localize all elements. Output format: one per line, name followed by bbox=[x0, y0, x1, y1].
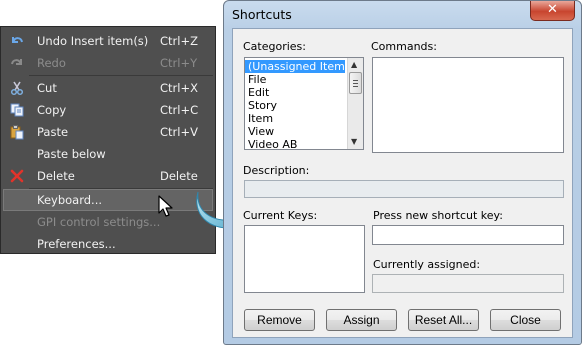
menu-item-paste[interactable]: Paste Ctrl+V bbox=[3, 121, 213, 143]
list-item[interactable]: View bbox=[245, 125, 363, 138]
menu-item-gpi-control-settings[interactable]: GPI control settings... bbox=[3, 211, 213, 233]
dialog-client-area: Categories: Commands: (Unassigned Items)… bbox=[232, 28, 573, 338]
menu-item-preferences[interactable]: Preferences... bbox=[3, 233, 213, 255]
menu-item-label: Paste below bbox=[37, 147, 106, 161]
commands-listbox[interactable] bbox=[372, 57, 564, 153]
currently-assigned-field bbox=[372, 274, 564, 293]
thumb-grip bbox=[353, 83, 358, 84]
new-shortcut-label: Press new shortcut key: bbox=[373, 209, 503, 222]
scroll-thumb[interactable] bbox=[349, 72, 362, 94]
redo-icon bbox=[11, 59, 22, 65]
currently-assigned-label: Currently assigned: bbox=[373, 258, 481, 271]
menu-item-label: Delete bbox=[37, 169, 75, 183]
menu-item-shortcut: Ctrl+C bbox=[160, 103, 199, 117]
scroll-up-icon[interactable]: ▲ bbox=[351, 61, 357, 69]
mouse-pointer-icon bbox=[158, 195, 173, 217]
menu-item-shortcut: Delete bbox=[160, 169, 198, 183]
menu-item-label: Cut bbox=[37, 81, 57, 95]
menu-item-label: Paste bbox=[37, 125, 69, 139]
undo-icon bbox=[12, 37, 23, 43]
description-field bbox=[244, 180, 564, 198]
menu-item-label: Copy bbox=[37, 103, 67, 117]
list-item[interactable]: Edit bbox=[245, 86, 363, 99]
menu-item-copy[interactable]: Copy Ctrl+C bbox=[3, 99, 213, 121]
copy-icon bbox=[10, 103, 24, 117]
window-close-button[interactable]: ✕ bbox=[530, 1, 575, 21]
reset-all-button[interactable]: Reset All... bbox=[408, 309, 479, 331]
menu-item-redo[interactable]: Redo Ctrl+Y bbox=[3, 52, 213, 74]
menu-item-label: Undo Insert item(s) bbox=[37, 34, 149, 48]
categories-listbox[interactable]: (Unassigned Items) File Edit Story Item … bbox=[244, 57, 364, 151]
categories-scrollbar[interactable]: ▲ ▼ bbox=[347, 58, 363, 149]
list-item[interactable]: Story bbox=[245, 99, 363, 112]
menu-item-shortcut: Ctrl+X bbox=[160, 81, 198, 95]
delete-x-icon bbox=[10, 169, 24, 183]
menu-item-label: Keyboard... bbox=[37, 193, 103, 207]
categories-label: Categories: bbox=[243, 40, 306, 53]
menu-item-delete[interactable]: Delete Delete bbox=[3, 165, 213, 187]
menu-item-paste-below[interactable]: Paste below bbox=[3, 143, 213, 165]
paste-icon bbox=[10, 125, 24, 140]
menu-item-keyboard[interactable]: Keyboard... bbox=[3, 189, 213, 211]
assign-button[interactable]: Assign bbox=[326, 309, 397, 331]
list-item[interactable]: Item bbox=[245, 112, 363, 125]
thumb-grip bbox=[353, 80, 358, 81]
description-label: Description: bbox=[243, 164, 310, 177]
thumb-grip bbox=[353, 86, 358, 87]
menu-item-label: Preferences... bbox=[37, 237, 116, 251]
menu-item-shortcut: Ctrl+Z bbox=[160, 34, 198, 48]
menu-item-undo[interactable]: Undo Insert item(s) Ctrl+Z bbox=[3, 30, 213, 52]
current-keys-listbox[interactable] bbox=[244, 225, 365, 293]
menu-item-shortcut: Ctrl+V bbox=[160, 125, 198, 139]
list-item[interactable]: (Unassigned Items) bbox=[245, 60, 355, 73]
close-icon: ✕ bbox=[547, 2, 558, 17]
context-menu: Undo Insert item(s) Ctrl+Z Redo Ctrl+Y C… bbox=[0, 26, 216, 254]
commands-label: Commands: bbox=[371, 40, 437, 53]
list-item[interactable]: Video AB bbox=[245, 138, 363, 151]
scissors-icon bbox=[10, 81, 24, 96]
list-item[interactable]: File bbox=[245, 73, 363, 86]
menu-item-cut[interactable]: Cut Ctrl+X bbox=[3, 77, 213, 99]
current-keys-label: Current Keys: bbox=[243, 209, 318, 222]
menu-item-label: Redo bbox=[37, 56, 66, 70]
remove-button[interactable]: Remove bbox=[244, 309, 315, 331]
close-button[interactable]: Close bbox=[490, 309, 561, 331]
menu-item-shortcut: Ctrl+Y bbox=[160, 56, 198, 70]
window-title: Shortcuts bbox=[232, 7, 292, 22]
scroll-down-icon[interactable]: ▼ bbox=[351, 138, 357, 146]
menu-separator bbox=[29, 75, 213, 76]
menu-item-label: GPI control settings... bbox=[37, 215, 161, 229]
shortcuts-window: Shortcuts ✕ Categories: Commands: (Unass… bbox=[223, 0, 582, 345]
new-shortcut-input[interactable] bbox=[372, 225, 564, 245]
